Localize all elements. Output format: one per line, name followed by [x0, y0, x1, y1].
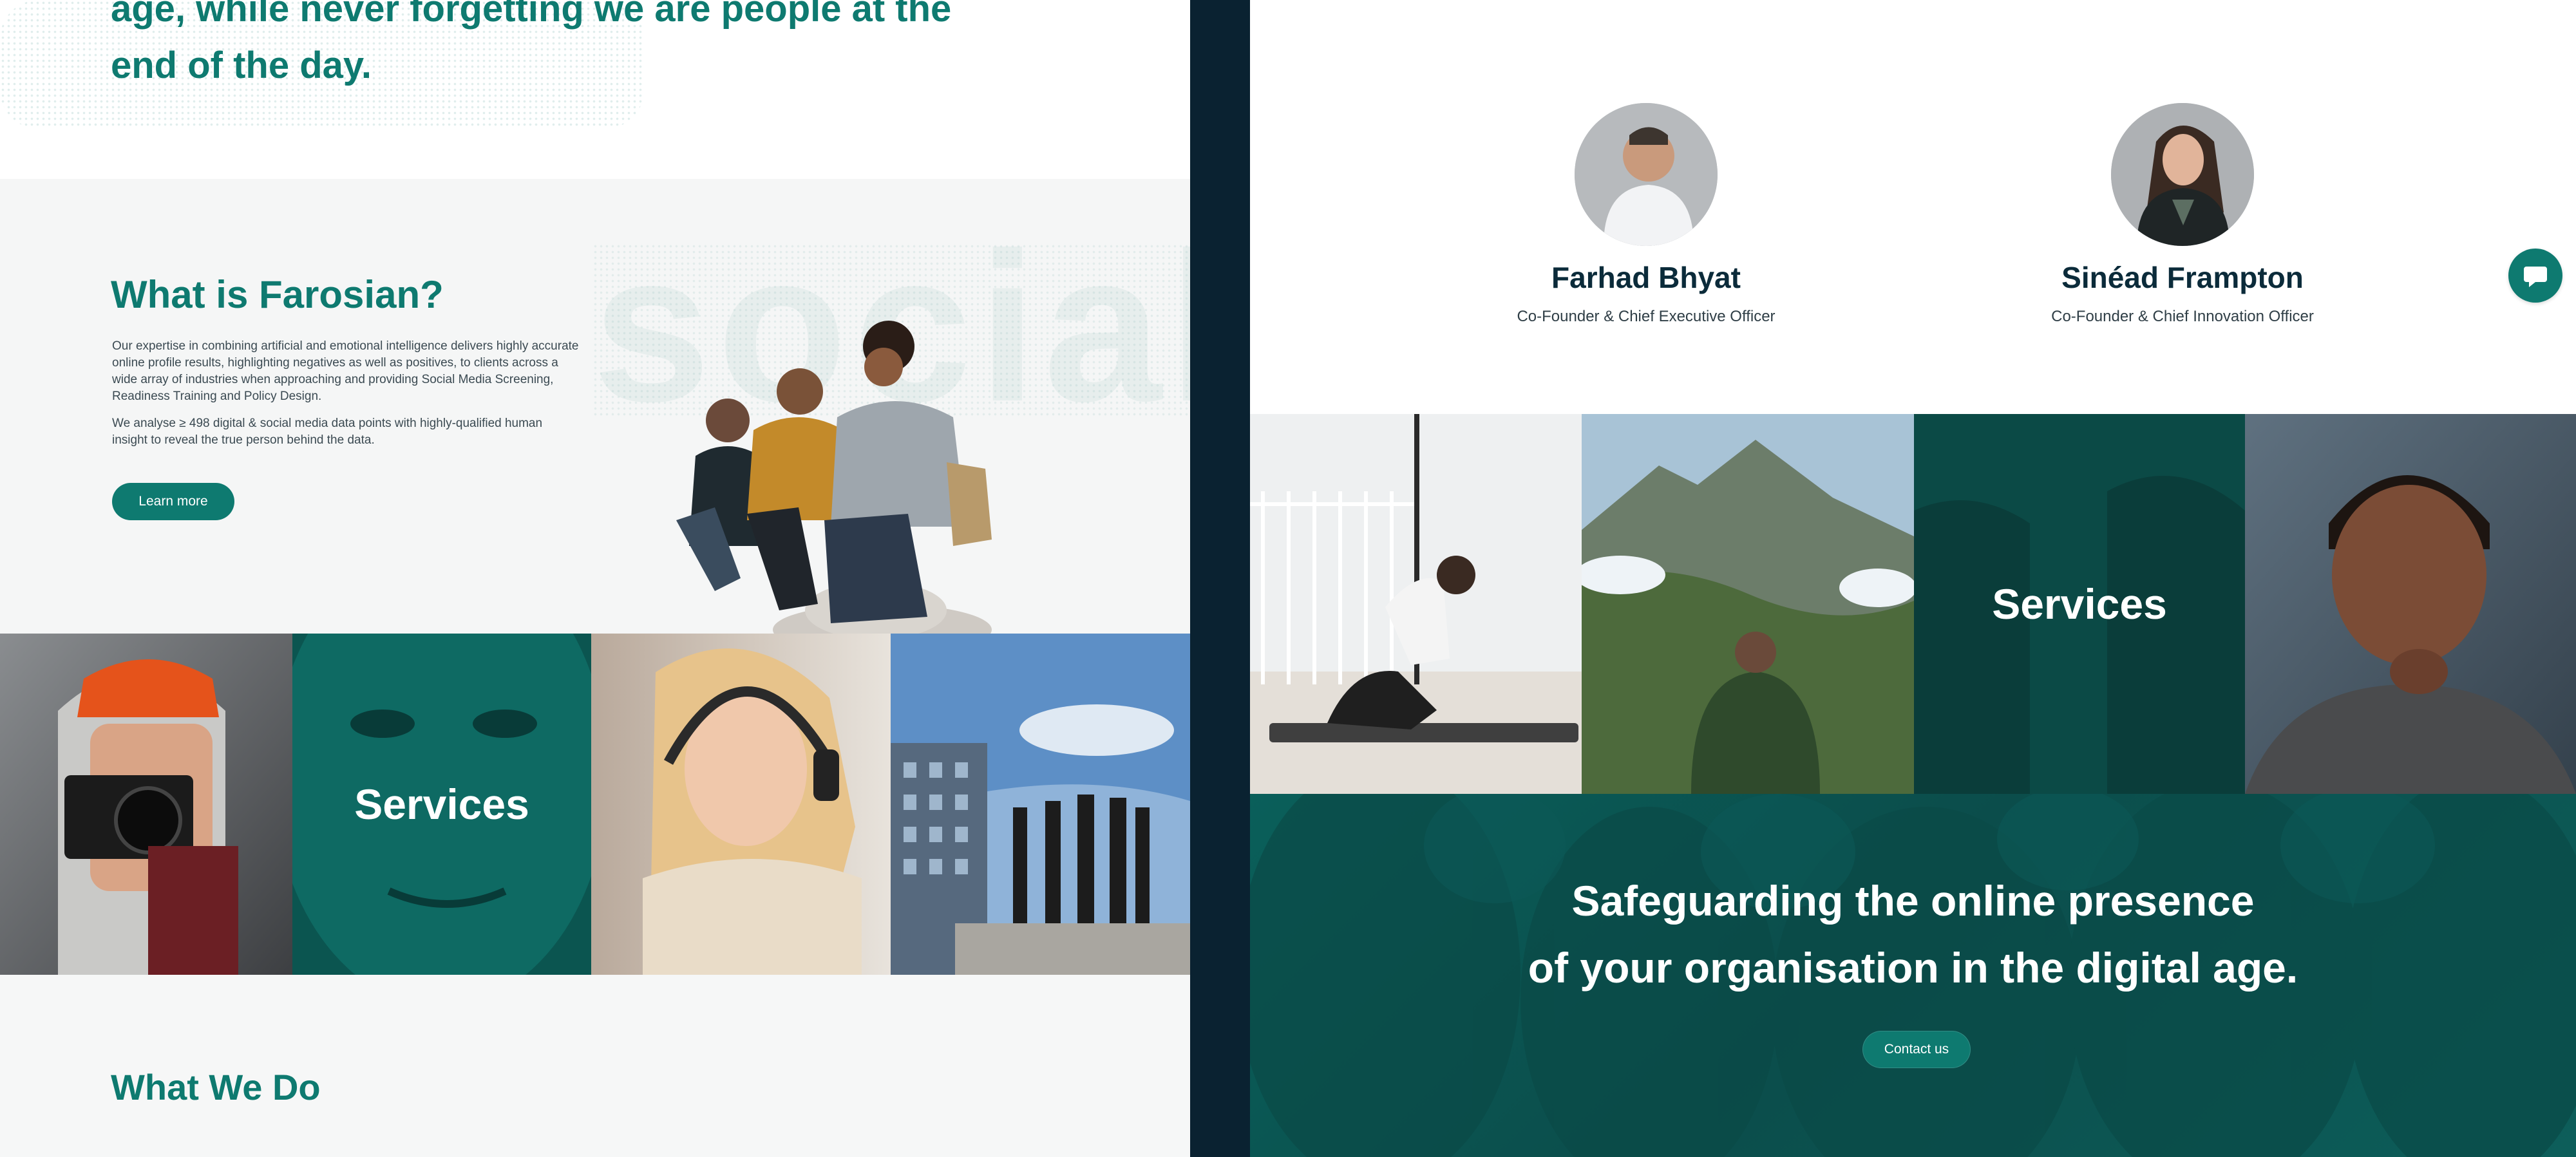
member-role: Co-Founder & Chief Innovation Officer: [2051, 308, 2314, 325]
about-paragraph-2: We analyse ≥ 498 digital & social media …: [112, 417, 543, 447]
what-we-do-title: What We Do: [111, 1067, 321, 1107]
member-name: Farhad Bhyat: [1551, 261, 1741, 294]
about-title: What is Farosian?: [111, 273, 444, 316]
left-image-strip: Services: [0, 634, 1190, 975]
panel-divider: [1190, 0, 1250, 1157]
hero-heading: age, while never forgetting we are peopl…: [111, 0, 1109, 94]
team-member-card: Farhad Bhyat Co-Founder & Chief Executiv…: [1453, 103, 1839, 326]
member-role: Co-Founder & Chief Executive Officer: [1517, 308, 1776, 325]
services-label: Services: [1992, 580, 2167, 628]
avatar: [2111, 103, 2254, 246]
about-paragraph-1: Our expertise in combining artificial an…: [112, 339, 579, 403]
hero-heading-line-1: age, while never forgetting we are peopl…: [111, 0, 952, 30]
yoga-photo: [1250, 414, 1582, 794]
contact-us-button[interactable]: Contact us: [1862, 1031, 1971, 1068]
services-tile-face[interactable]: Services: [292, 634, 591, 975]
cta-heading-line-1: Safeguarding the online presence: [1571, 877, 2255, 925]
friends-on-rock-photo: [676, 321, 992, 634]
photographer-photo: [0, 634, 292, 975]
avatar: [1575, 103, 1718, 246]
headset-woman-photo: [591, 634, 891, 975]
hero-section: age, while never forgetting we are peopl…: [0, 0, 1190, 179]
services-tile-people[interactable]: Services: [1914, 414, 2245, 794]
rooftop-friends-photo: [891, 634, 1190, 975]
right-image-strip: Services: [1250, 414, 2576, 794]
chat-button[interactable]: [2508, 249, 2562, 303]
smiling-man-photo: [2245, 414, 2576, 794]
cta-heading-line-2: of your organisation in the digital age.: [1528, 944, 2298, 992]
team-section: Farhad Bhyat Co-Founder & Chief Executiv…: [1250, 0, 2576, 414]
right-page-preview: Farhad Bhyat Co-Founder & Chief Executiv…: [1250, 0, 2576, 1157]
mountain-hiker-photo: [1582, 414, 1914, 794]
services-label: Services: [354, 780, 529, 828]
learn-more-button[interactable]: Learn more: [112, 483, 234, 520]
chat-bubble-icon: [2524, 267, 2547, 287]
about-section: social What is Farosian? Our expertise i…: [0, 179, 1190, 634]
left-page-preview: age, while never forgetting we are peopl…: [0, 0, 1190, 1157]
what-we-do-section: What We Do: [0, 975, 1190, 1157]
hero-heading-line-2: end of the day.: [111, 44, 372, 86]
cta-section: Safeguarding the online presence of your…: [1250, 794, 2576, 1157]
team-member-card: Sinéad Frampton Co-Founder & Chief Innov…: [1989, 103, 2376, 326]
member-name: Sinéad Frampton: [2061, 261, 2304, 294]
